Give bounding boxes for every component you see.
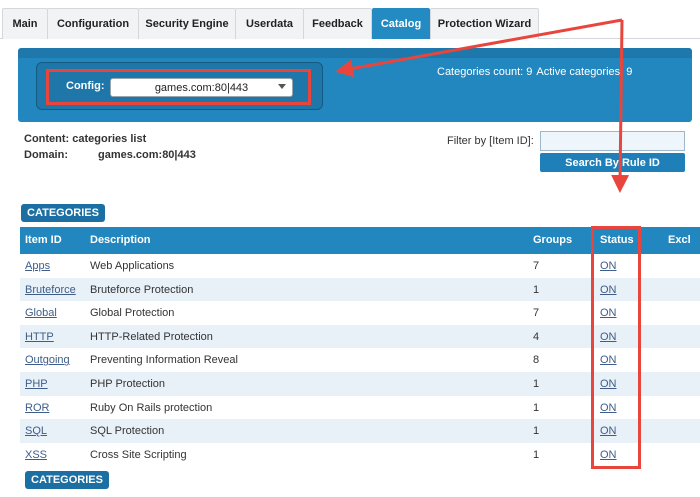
domain-value: games.com:80|443 [98, 149, 196, 161]
header-excl: Excl [668, 234, 691, 246]
groups-cell: 1 [533, 401, 540, 414]
header-item-id: Item ID [25, 234, 62, 246]
tab-catalog[interactable]: Catalog [372, 8, 430, 39]
description-cell: Global Protection [90, 307, 175, 320]
item-id-link[interactable]: SQL [25, 425, 47, 437]
tab-userdata[interactable]: Userdata [235, 8, 304, 39]
search-by-rule-id-button[interactable]: Search By Rule ID [540, 153, 685, 172]
content-label: Content: categories list [24, 133, 147, 145]
filter-label: Filter by [Item ID]: [447, 135, 534, 147]
active-categories-count: Active categories: 9 [536, 66, 633, 78]
item-id-link[interactable]: Global [25, 307, 57, 319]
item-id-link[interactable]: Bruteforce [25, 284, 76, 296]
filter-input[interactable] [540, 131, 685, 151]
description-cell: PHP Protection [90, 377, 166, 390]
item-id-link[interactable]: ROR [25, 402, 49, 414]
groups-cell: 8 [533, 354, 540, 367]
groups-cell: 4 [533, 330, 540, 343]
status-highlight-box [591, 226, 641, 469]
description-cell: Preventing Information Reveal [90, 354, 238, 367]
description-cell: HTTP-Related Protection [90, 330, 213, 343]
tab-configuration[interactable]: Configuration [47, 8, 139, 39]
categories-button-bottom[interactable]: CATEGORIES [25, 471, 109, 489]
tab-bar: Main Configuration Security Engine Userd… [0, 8, 700, 39]
counts: Categories count: 9 Active categories: 9 [437, 66, 636, 78]
config-highlight-box [46, 69, 311, 105]
groups-cell: 1 [533, 448, 540, 461]
description-cell: Ruby On Rails protection [90, 401, 213, 414]
tab-feedback[interactable]: Feedback [303, 8, 372, 39]
tab-security-engine[interactable]: Security Engine [138, 8, 236, 39]
description-cell: SQL Protection [90, 425, 165, 438]
groups-cell: 7 [533, 307, 540, 320]
header-groups: Groups [533, 234, 573, 246]
categories-count: Categories count: 9 [437, 66, 533, 78]
item-id-link[interactable]: Apps [25, 260, 50, 272]
description-cell: Bruteforce Protection [90, 283, 194, 296]
groups-cell: 1 [533, 425, 540, 438]
tab-main[interactable]: Main [2, 8, 48, 39]
description-cell: Web Applications [90, 260, 175, 272]
header-description: Description [90, 234, 151, 246]
item-id-link[interactable]: XSS [25, 449, 47, 461]
tab-protection-wizard[interactable]: Protection Wizard [430, 8, 539, 39]
categories-button-top[interactable]: CATEGORIES [21, 204, 105, 222]
groups-cell: 1 [533, 377, 540, 390]
item-id-link[interactable]: Outgoing [25, 354, 70, 366]
groups-cell: 7 [533, 260, 540, 272]
domain-label: Domain: [24, 149, 68, 161]
description-cell: Cross Site Scripting [90, 448, 187, 461]
groups-cell: 1 [533, 283, 540, 296]
item-id-link[interactable]: PHP [25, 378, 48, 390]
item-id-link[interactable]: HTTP [25, 331, 54, 343]
